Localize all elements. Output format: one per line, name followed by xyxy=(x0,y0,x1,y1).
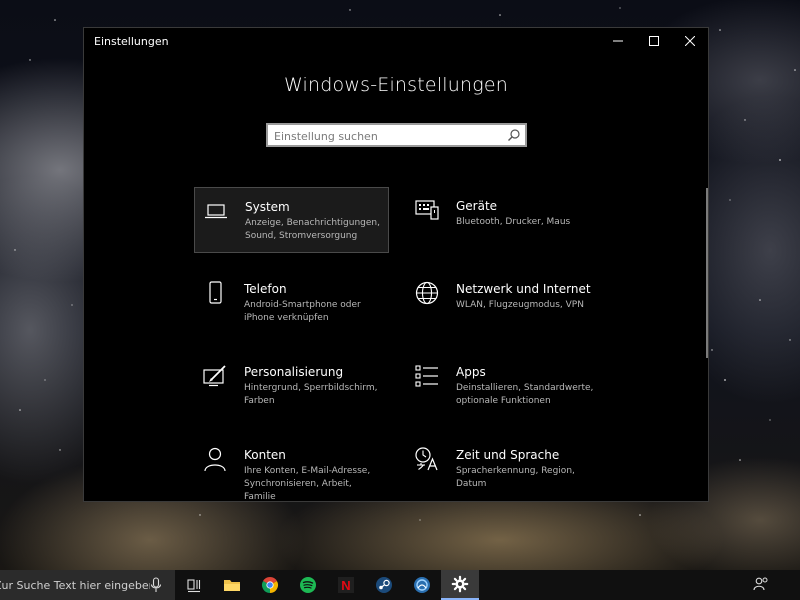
category-description: Hintergrund, Sperrbildschirm, Farben xyxy=(244,383,378,406)
maximize-button[interactable] xyxy=(636,28,672,54)
taskbar-spotify[interactable] xyxy=(289,570,327,600)
search-input[interactable] xyxy=(274,126,504,147)
chrome-icon xyxy=(261,577,279,593)
file-explorer-icon xyxy=(224,580,240,591)
minimize-icon xyxy=(613,40,623,42)
taskbar-search-input[interactable] xyxy=(0,576,150,594)
search-icon xyxy=(508,129,520,141)
category-description: Deinstallieren, Standardwerte, optionale… xyxy=(456,383,594,406)
netflix-icon: N xyxy=(338,577,354,593)
taskbar-chrome[interactable] xyxy=(251,570,289,600)
minimize-button[interactable] xyxy=(600,28,636,54)
window-title: Einstellungen xyxy=(94,35,169,48)
category-name: Zeit und Sprache xyxy=(456,448,560,462)
maximize-icon xyxy=(649,36,659,46)
category-description: Bluetooth, Drucker, Maus xyxy=(456,217,571,227)
microphone-icon[interactable] xyxy=(150,577,162,593)
taskbar: N xyxy=(0,570,800,600)
category-network[interactable]: Netzwerk und Internet WLAN, Flugzeugmodu… xyxy=(406,270,601,336)
taskbar-app[interactable] xyxy=(403,570,441,600)
category-accounts[interactable]: Konten Ihre Konten, E-Mail-Adresse, Sync… xyxy=(194,436,389,502)
svg-text:N: N xyxy=(341,578,350,593)
category-description: Android-Smartphone oder iPhone verknüpfe… xyxy=(244,300,361,323)
category-description: Spracherkennung, Region, Datum xyxy=(456,466,575,489)
category-name: Telefon xyxy=(244,282,287,296)
laptop-icon xyxy=(205,204,227,219)
title-bar[interactable]: Einstellungen xyxy=(84,28,708,54)
category-system[interactable]: System Anzeige, Benachrichtigungen, Soun… xyxy=(194,187,389,253)
keyboard-devices-icon xyxy=(415,200,439,220)
taskbar-netflix[interactable]: N xyxy=(327,570,365,600)
phone-icon xyxy=(209,281,222,304)
search-box[interactable] xyxy=(266,123,527,147)
category-description: Ihre Konten, E-Mail-Adresse, Synchronisi… xyxy=(244,466,371,502)
category-devices[interactable]: Geräte Bluetooth, Drucker, Maus xyxy=(406,187,601,253)
category-name: Geräte xyxy=(456,199,498,213)
taskbar-steam[interactable] xyxy=(365,570,403,600)
category-name: Personalisierung xyxy=(244,365,344,379)
category-name: Apps xyxy=(456,365,486,379)
category-time-language[interactable]: Zeit und Sprache Spracherkennung, Region… xyxy=(406,436,601,501)
person-icon xyxy=(204,447,226,472)
time-language-icon xyxy=(415,447,438,471)
close-button[interactable] xyxy=(672,28,708,54)
category-personalization[interactable]: Personalisierung Hintergrund, Sperrbilds… xyxy=(194,353,389,419)
close-icon xyxy=(685,36,695,46)
taskbar-file-explorer[interactable] xyxy=(213,570,251,600)
apps-list-icon xyxy=(415,365,438,387)
people-icon[interactable] xyxy=(752,575,770,593)
category-phone[interactable]: Telefon Android-Smartphone oder iPhone v… xyxy=(194,270,389,336)
category-name: Konten xyxy=(244,448,286,462)
category-description: Anzeige, Benachrichtigungen, Sound, Stro… xyxy=(245,218,380,241)
task-view-icon xyxy=(187,579,201,593)
paint-brush-icon xyxy=(203,365,226,387)
category-description: WLAN, Flugzeugmodus, VPN xyxy=(456,300,584,310)
category-apps[interactable]: Apps Deinstallieren, Standardwerte, opti… xyxy=(406,353,601,419)
task-view-button[interactable] xyxy=(175,570,213,600)
taskbar-settings[interactable] xyxy=(441,570,479,600)
spotify-icon xyxy=(300,577,316,593)
globe-icon xyxy=(415,281,439,305)
category-name: System xyxy=(245,200,290,214)
settings-window: Einstellungen Windows-Einstellungen Syst… xyxy=(83,27,709,502)
page-title: Windows-Einstellungen xyxy=(283,74,508,96)
settings-gear-icon xyxy=(451,575,469,593)
scrollbar[interactable] xyxy=(706,188,708,358)
steam-icon xyxy=(376,577,392,593)
app-icon xyxy=(414,577,430,593)
category-name: Netzwerk und Internet xyxy=(456,282,591,296)
taskbar-search-box[interactable] xyxy=(0,570,175,600)
